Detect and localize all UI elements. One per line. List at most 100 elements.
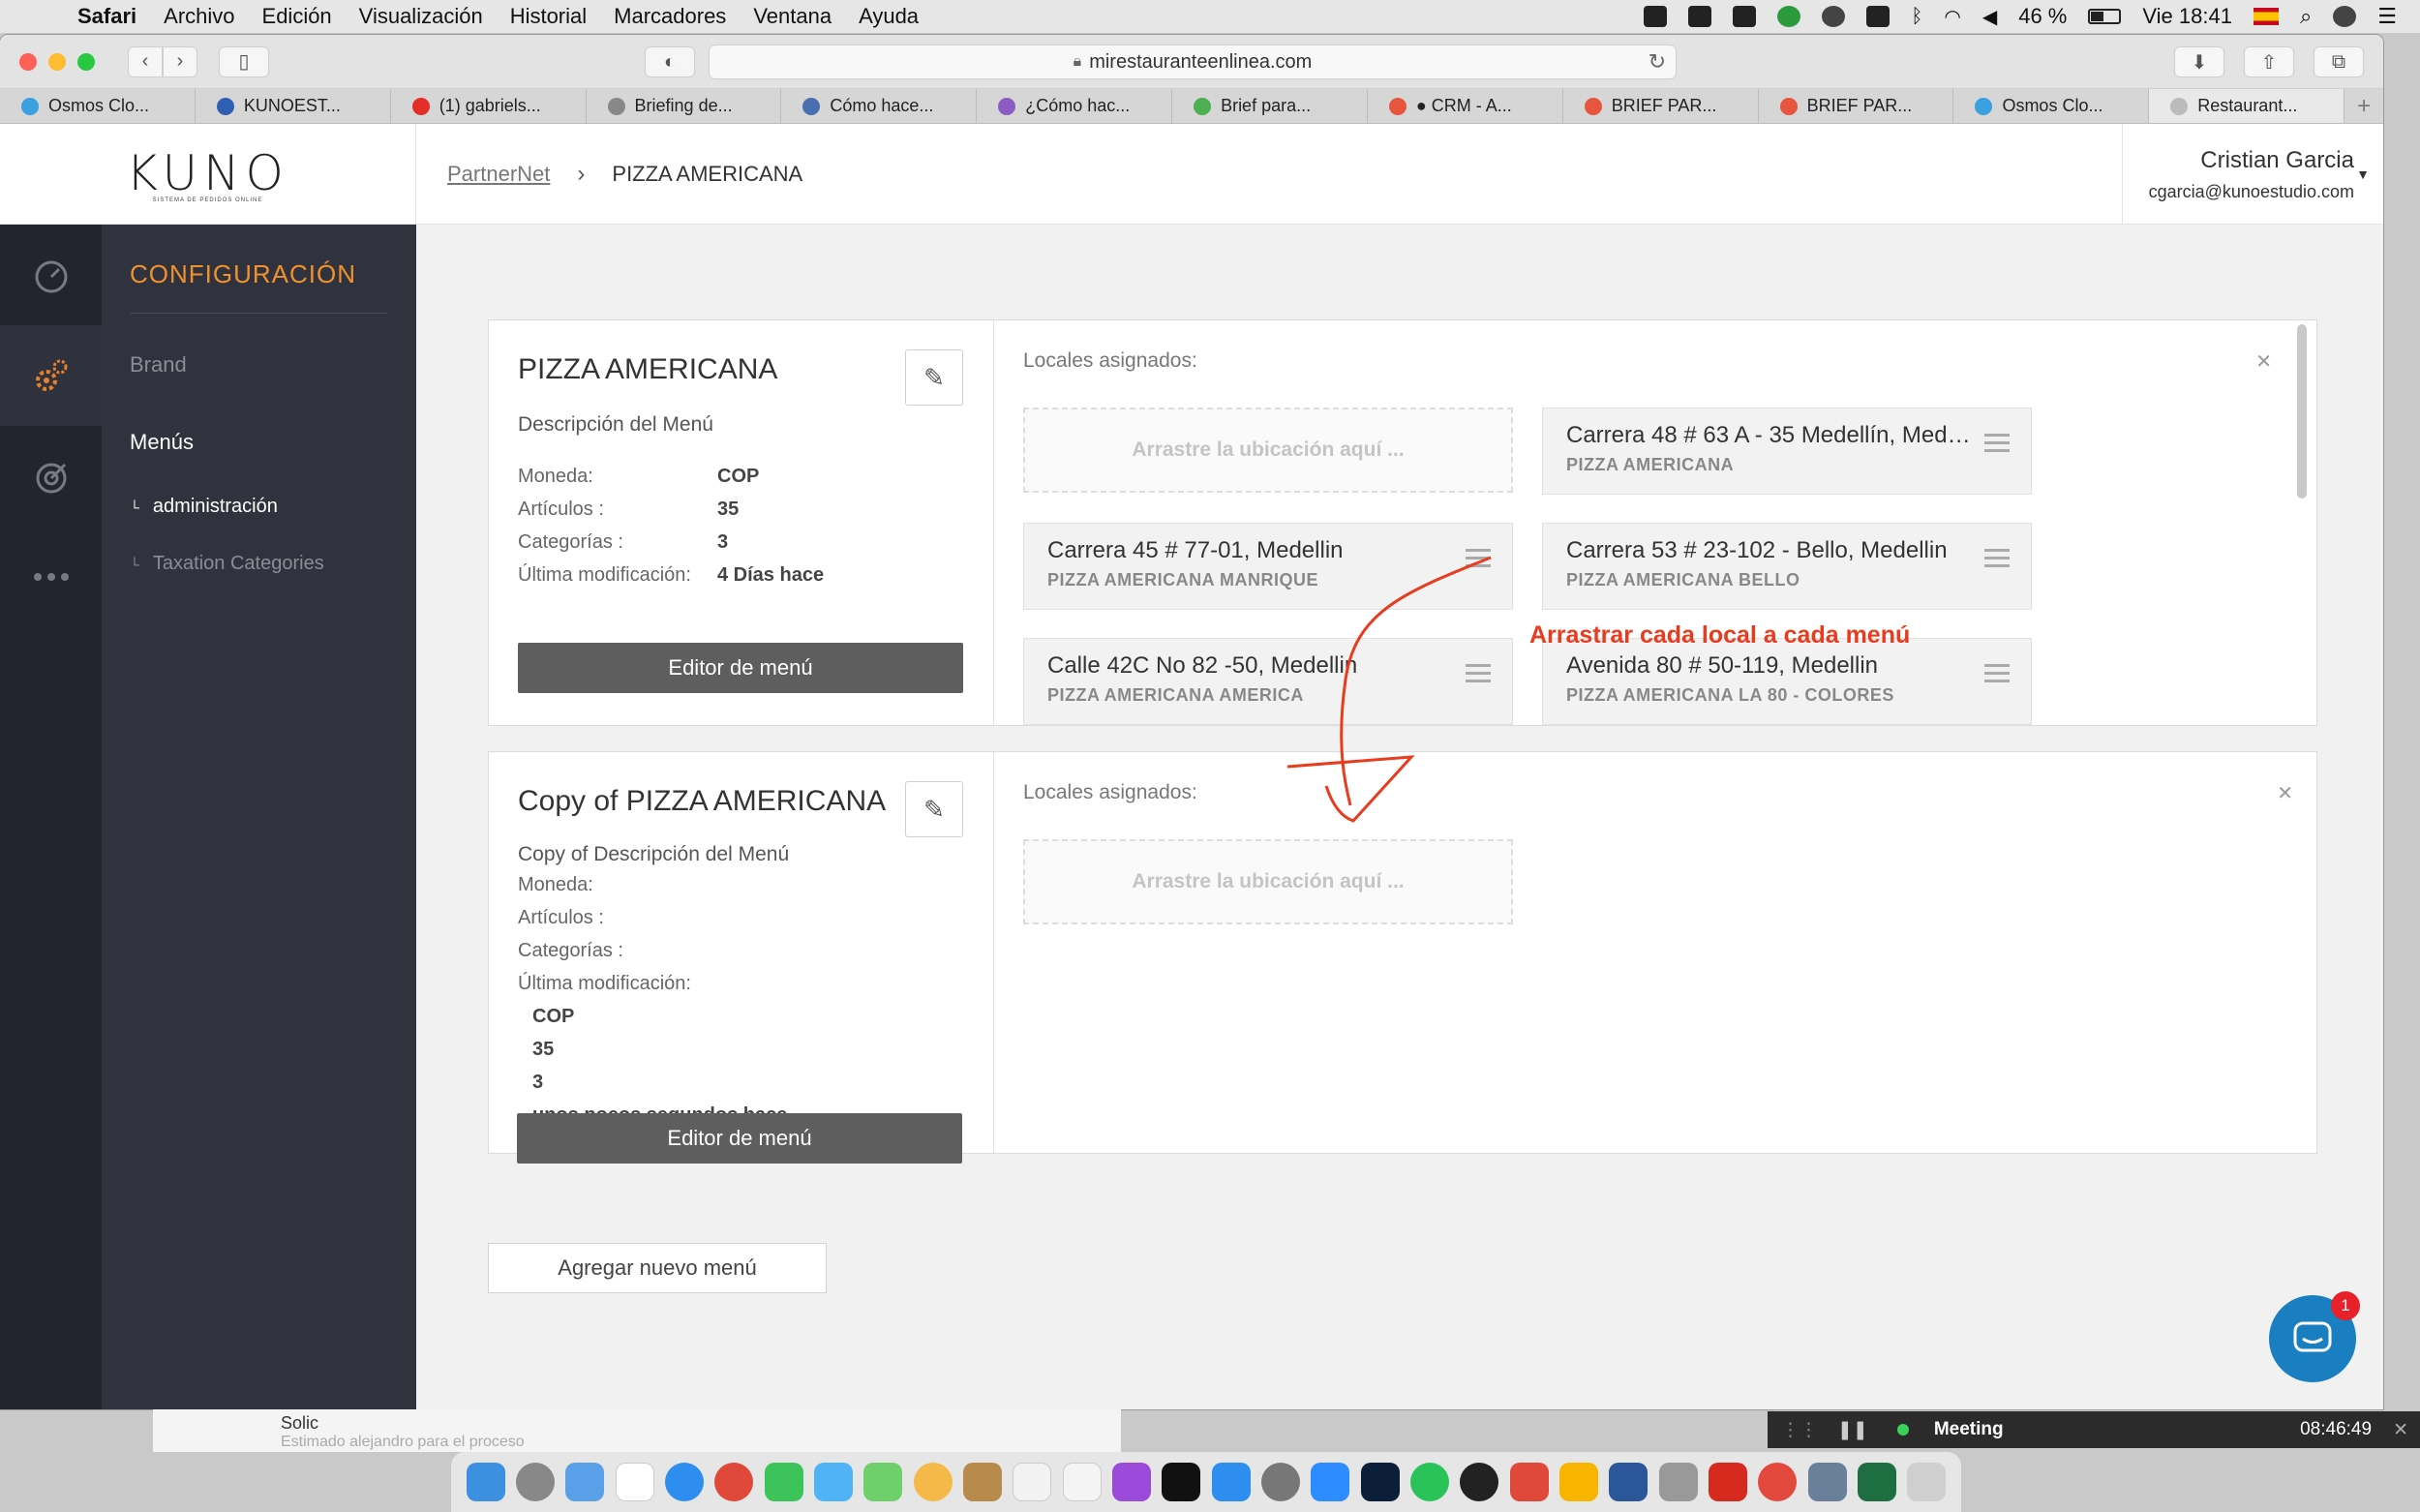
add-new-menu-button[interactable]: Agregar nuevo menú [488,1243,827,1293]
pause-icon[interactable]: ❚❚ [1837,1419,1868,1441]
menu-editor-button[interactable]: Editor de menú [518,643,963,693]
location-drop-zone[interactable]: Arrastre la ubicación aquí ... [1023,408,1513,493]
mail-icon[interactable] [565,1463,605,1501]
close-window-button[interactable] [19,52,37,71]
more-dots-icon[interactable] [0,527,102,627]
notes-icon[interactable] [962,1463,1002,1501]
wifi-icon[interactable]: ◠ [1944,5,1960,29]
drag-handle-icon[interactable] [1984,664,2010,687]
sidebar-item-taxation-categories[interactable]: └ Taxation Categories [102,553,416,575]
user-menu[interactable]: Cristian Garcia cgarcia@kunoestudio.com … [2122,124,2383,225]
preview-icon[interactable] [1807,1463,1847,1501]
menubar-clock[interactable]: Vie 18:41 [2142,4,2232,29]
sidebar-item-administracion[interactable]: └ administración [102,496,416,518]
sidebar-toggle-icon[interactable]: ▯ [219,45,269,77]
menu-ayuda[interactable]: Ayuda [859,4,919,29]
close-icon[interactable]: ✕ [2393,1419,2408,1441]
photoshop-icon[interactable] [1360,1463,1400,1501]
acrobat-icon[interactable] [1708,1463,1747,1501]
browser-tab[interactable]: BRIEF PAR... [1759,89,1954,123]
browser-tab[interactable]: Cómo hace... [781,89,978,123]
menu-visualizacion[interactable]: Visualización [359,4,483,29]
browser-tab[interactable]: (1) gabriels... [391,89,587,123]
notification-icon[interactable] [1866,6,1891,27]
siri-icon[interactable] [2333,6,2357,27]
keychain-icon[interactable] [1658,1463,1698,1501]
breadcrumb-partnernet-link[interactable]: PartnerNet [447,162,550,187]
logo[interactable]: KUNO SISTEMA DE PEDIDOS ONLINE [0,124,416,225]
location-card[interactable]: Calle 42C No 82 -50, Medellin PIZZA AMER… [1023,638,1513,725]
browser-tab[interactable]: ● CRM - A... [1368,89,1563,123]
menu-editor-button[interactable]: Editor de menú [517,1113,962,1164]
battery-icon[interactable] [2088,9,2122,24]
menu-marcadores[interactable]: Marcadores [614,4,726,29]
close-icon[interactable]: ✕ [2277,781,2293,805]
browser-tab[interactable]: ¿Cómo hac... [977,89,1173,123]
close-icon[interactable]: ✕ [2255,349,2272,374]
menu-historial[interactable]: Historial [510,4,587,29]
safari-icon[interactable] [664,1463,704,1501]
battery-percentage[interactable]: 46 % [2018,4,2067,29]
share-icon[interactable]: ⇧ [2244,46,2294,77]
sketch-icon[interactable] [1558,1463,1598,1501]
app-status-icon[interactable] [1733,6,1757,27]
creative-cloud-icon[interactable] [1822,6,1846,27]
drag-grip-icon[interactable]: ⋮⋮ [1781,1419,1818,1441]
minimize-window-button[interactable] [48,52,66,71]
edit-pencil-icon[interactable]: ✎ [905,781,963,837]
messages-icon[interactable] [813,1463,853,1501]
drag-handle-icon[interactable] [1466,549,1491,572]
browser-tab[interactable]: BRIEF PAR... [1563,89,1759,123]
launchpad-icon[interactable] [515,1463,555,1501]
location-card[interactable]: Carrera 53 # 23-102 - Bello, Medellin PI… [1542,523,2032,610]
excel-icon[interactable] [1857,1463,1896,1501]
app-store-icon[interactable] [1211,1463,1251,1501]
volume-icon[interactable]: ◀ [1982,5,1997,29]
acrobat-status-icon[interactable] [1688,6,1712,27]
settings-gears-icon[interactable] [0,325,102,426]
maps-icon[interactable] [863,1463,903,1501]
scrollbar[interactable] [2297,324,2307,721]
calendar-icon[interactable] [615,1463,654,1501]
forward-arrow-icon[interactable]: › [163,45,197,77]
dashboard-gauge-icon[interactable] [0,225,102,325]
reminders-icon[interactable] [1013,1463,1052,1501]
tab-overview-icon[interactable]: ⧉ [2314,46,2364,77]
browser-tab[interactable]: Restaurant... [2149,89,2345,123]
chrome-icon[interactable] [714,1463,754,1501]
control-center-icon[interactable]: ☰ [2377,4,2397,29]
github-icon[interactable] [1460,1463,1499,1501]
podcasts-icon[interactable] [1111,1463,1151,1501]
whatsapp-icon[interactable] [1409,1463,1449,1501]
zoom-icon[interactable] [1311,1463,1350,1501]
zoom-status-icon[interactable] [1644,6,1668,27]
drag-handle-icon[interactable] [1984,434,2010,457]
facetime-icon[interactable] [764,1463,803,1501]
drag-handle-icon[interactable] [1466,664,1491,687]
target-icon[interactable] [0,426,102,527]
drag-handle-icon[interactable] [1984,549,2010,572]
location-drop-zone[interactable]: Arrastre la ubicación aquí ... [1023,839,1513,924]
location-card[interactable]: Carrera 48 # 63 A - 35 Medellín, Medelli… [1542,408,2032,495]
apple-tv-icon[interactable] [1162,1463,1201,1501]
back-arrow-icon[interactable]: ‹ [128,45,163,77]
reload-icon[interactable]: ↻ [1649,49,1666,75]
browser-tab[interactable]: Osmos Clo... [1953,89,2150,123]
music-icon[interactable] [1062,1463,1102,1501]
browser-tab[interactable]: Osmos Clo... [0,89,196,123]
downloads-icon[interactable]: ⬇ [2174,46,2224,77]
xmind-icon[interactable] [1509,1463,1549,1501]
browser-tab[interactable]: KUNOEST... [196,89,391,123]
fullscreen-window-button[interactable] [77,52,95,71]
trash-icon[interactable] [1907,1463,1947,1501]
system-preferences-icon[interactable] [1260,1463,1300,1501]
photos-icon[interactable] [913,1463,953,1501]
word-icon[interactable] [1609,1463,1649,1501]
bluetooth-icon[interactable]: ᛒ [1911,6,1922,28]
tasks-icon[interactable] [1758,1463,1798,1501]
menu-safari[interactable]: Safari [77,4,136,29]
finder-icon[interactable] [466,1463,505,1501]
sync-status-icon[interactable] [1777,6,1801,27]
sidebar-item-brand[interactable]: Brand [102,352,416,378]
menu-edicion[interactable]: Edición [262,4,332,29]
